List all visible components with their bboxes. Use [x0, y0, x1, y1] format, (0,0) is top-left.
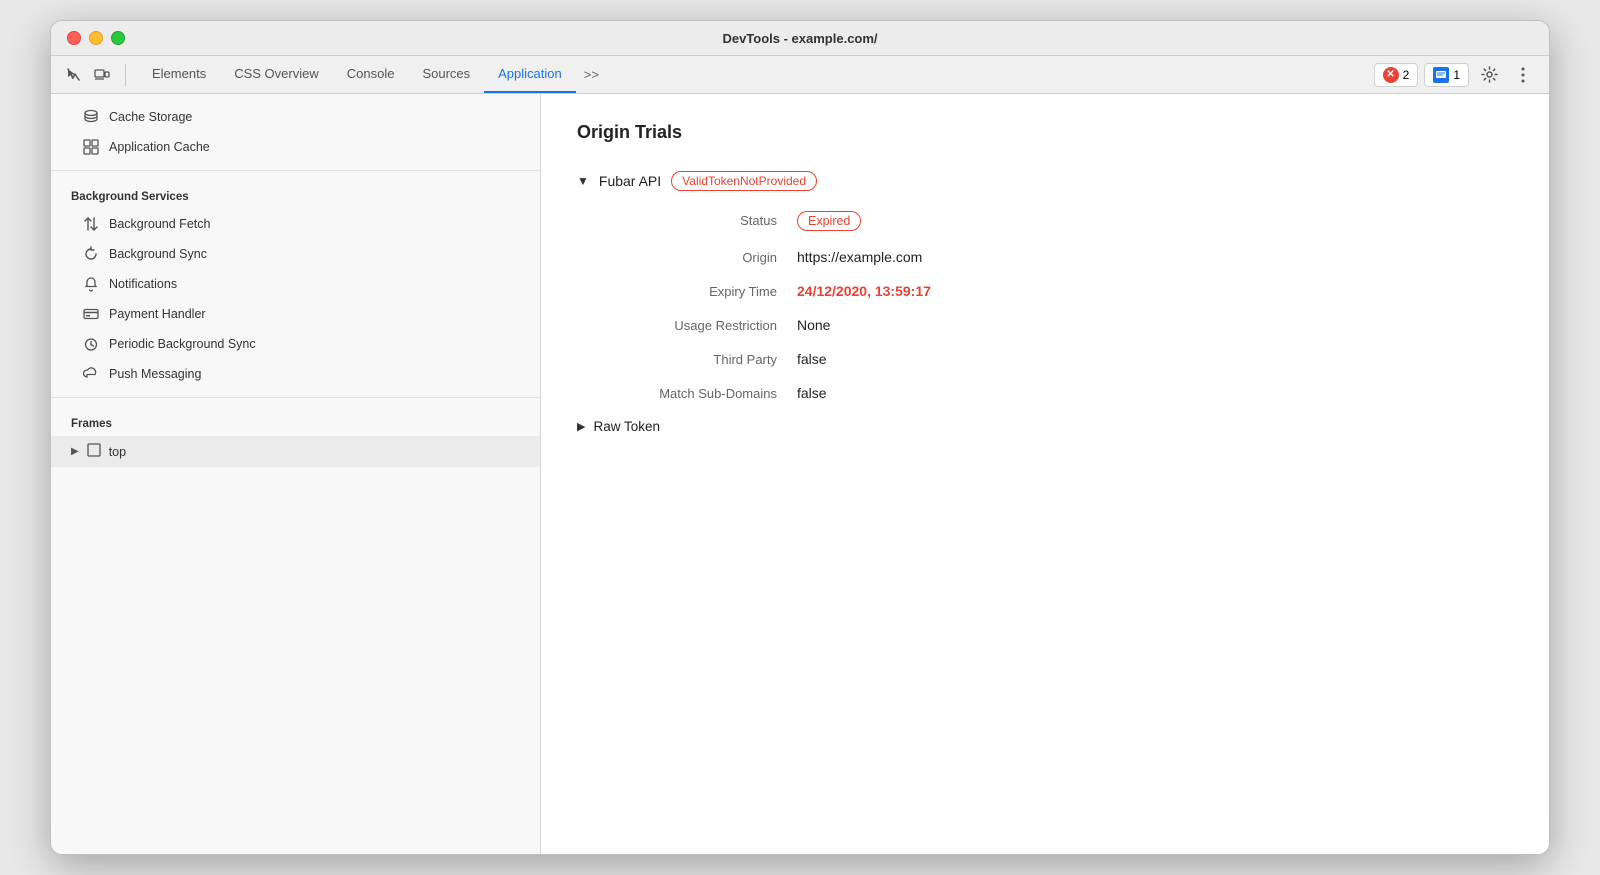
frame-icon [87, 443, 101, 460]
field-row-expiry: Expiry Time 24/12/2020, 13:59:17 [597, 283, 1513, 299]
tab-console[interactable]: Console [333, 56, 409, 93]
field-value-status: Expired [797, 211, 861, 231]
devtools-window: DevTools - example.com/ [50, 20, 1550, 855]
arrows-updown-icon [83, 216, 99, 232]
tab-sources[interactable]: Sources [408, 56, 484, 93]
api-header: ▼ Fubar API ValidTokenNotProvided [577, 171, 1513, 191]
tab-bar: Elements CSS Overview Console Sources Ap… [138, 56, 1374, 93]
toolbar-left-icons [63, 64, 126, 86]
sidebar-item-top[interactable]: ▶ top [51, 436, 540, 467]
sidebar-item-background-sync-label: Background Sync [109, 247, 207, 261]
field-label-third-party: Third Party [597, 352, 797, 367]
chevron-right-icon: ▶ [71, 446, 79, 457]
field-row-origin: Origin https://example.com [597, 249, 1513, 265]
sidebar-item-top-label: top [109, 445, 126, 459]
field-row-third-party: Third Party false [597, 351, 1513, 367]
raw-token-row[interactable]: ▶ Raw Token [577, 419, 1513, 434]
tab-css-overview[interactable]: CSS Overview [220, 56, 333, 93]
error-count: 2 [1403, 68, 1410, 82]
database-icon [83, 109, 99, 125]
close-button[interactable] [67, 31, 81, 45]
sidebar-item-periodic-background-sync-label: Periodic Background Sync [109, 337, 256, 351]
field-row-status: Status Expired [597, 211, 1513, 231]
toolbar: Elements CSS Overview Console Sources Ap… [51, 56, 1549, 94]
sync-icon [83, 246, 99, 262]
main-area: Cache Storage Application Cache Backgrou… [51, 94, 1549, 854]
clock-icon [83, 336, 99, 352]
field-value-origin: https://example.com [797, 249, 922, 265]
sidebar-section-background-services: Background Services [51, 179, 540, 209]
field-label-subdomains: Match Sub-Domains [597, 386, 797, 401]
toolbar-right: ✕ 2 1 [1374, 61, 1537, 89]
window-title: DevTools - example.com/ [722, 31, 877, 46]
raw-token-label: Raw Token [593, 419, 660, 434]
api-expand-arrow[interactable]: ▼ [577, 174, 589, 188]
maximize-button[interactable] [111, 31, 125, 45]
minimize-button[interactable] [89, 31, 103, 45]
more-tabs-button[interactable]: >> [576, 56, 607, 93]
message-count: 1 [1453, 68, 1460, 82]
sidebar-divider-1 [51, 170, 540, 171]
page-title: Origin Trials [577, 122, 1513, 143]
title-bar: DevTools - example.com/ [51, 21, 1549, 56]
sidebar-item-payment-handler[interactable]: Payment Handler [51, 299, 540, 329]
sidebar-item-background-fetch-label: Background Fetch [109, 217, 210, 231]
sidebar-item-notifications-label: Notifications [109, 277, 177, 291]
sidebar-divider-2 [51, 397, 540, 398]
sidebar-item-periodic-background-sync[interactable]: Periodic Background Sync [51, 329, 540, 359]
bell-icon [83, 276, 99, 292]
settings-icon[interactable] [1475, 61, 1503, 89]
api-section: ▼ Fubar API ValidTokenNotProvided Status… [577, 171, 1513, 434]
tab-application[interactable]: Application [484, 56, 576, 93]
sidebar-item-push-messaging-label: Push Messaging [109, 367, 201, 381]
field-value-subdomains: false [797, 385, 827, 401]
error-icon: ✕ [1383, 67, 1399, 83]
inspect-icon[interactable] [63, 64, 85, 86]
device-icon[interactable] [91, 64, 113, 86]
fields-table: Status Expired Origin https://example.co… [597, 211, 1513, 401]
field-value-third-party: false [797, 351, 827, 367]
field-label-status: Status [597, 213, 797, 228]
sidebar-section-frames: Frames [51, 406, 540, 436]
sidebar-item-push-messaging[interactable]: Push Messaging [51, 359, 540, 389]
card-icon [83, 306, 99, 322]
sidebar-item-background-sync[interactable]: Background Sync [51, 239, 540, 269]
tab-elements[interactable]: Elements [138, 56, 220, 93]
error-badge-button[interactable]: ✕ 2 [1374, 63, 1419, 87]
message-icon [1433, 67, 1449, 83]
sidebar-item-cache-storage[interactable]: Cache Storage [51, 102, 540, 132]
content-panel: Origin Trials ▼ Fubar API ValidTokenNotP… [541, 94, 1549, 854]
sidebar-item-payment-handler-label: Payment Handler [109, 307, 206, 321]
field-label-origin: Origin [597, 250, 797, 265]
sidebar-item-notifications[interactable]: Notifications [51, 269, 540, 299]
field-label-usage: Usage Restriction [597, 318, 797, 333]
field-value-expiry: 24/12/2020, 13:59:17 [797, 283, 931, 299]
grid-icon [83, 139, 99, 155]
sidebar-item-application-cache[interactable]: Application Cache [51, 132, 540, 162]
traffic-lights [67, 31, 125, 45]
field-value-usage: None [797, 317, 830, 333]
raw-token-arrow[interactable]: ▶ [577, 420, 585, 433]
field-label-expiry: Expiry Time [597, 284, 797, 299]
sidebar-item-application-cache-label: Application Cache [109, 140, 210, 154]
field-row-usage: Usage Restriction None [597, 317, 1513, 333]
field-row-subdomains: Match Sub-Domains false [597, 385, 1513, 401]
api-name: Fubar API [599, 173, 661, 189]
sidebar: Cache Storage Application Cache Backgrou… [51, 94, 541, 854]
more-options-icon[interactable] [1509, 61, 1537, 89]
cloud-icon [83, 366, 99, 382]
api-status-badge: ValidTokenNotProvided [671, 171, 817, 191]
sidebar-item-cache-storage-label: Cache Storage [109, 110, 192, 124]
sidebar-item-background-fetch[interactable]: Background Fetch [51, 209, 540, 239]
message-badge-button[interactable]: 1 [1424, 63, 1469, 87]
